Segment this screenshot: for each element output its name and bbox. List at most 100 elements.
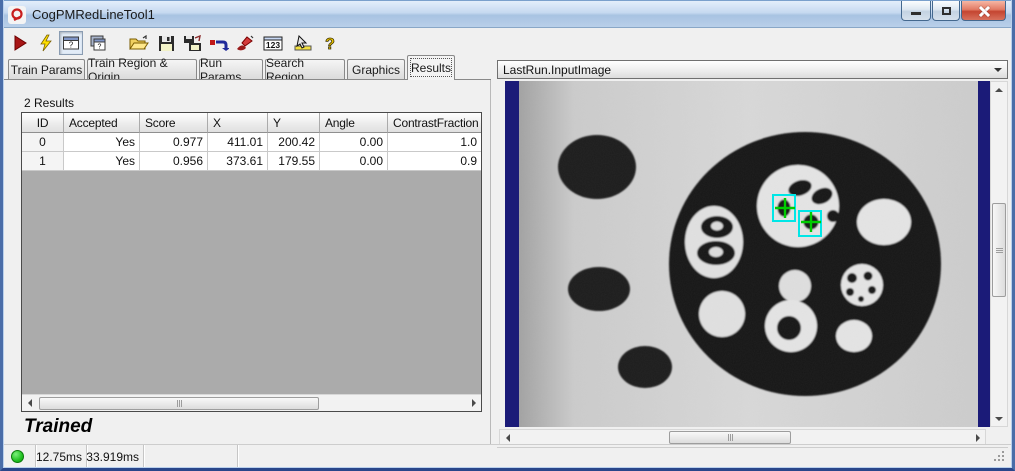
- save-as-icon: [183, 35, 203, 52]
- image-display[interactable]: [505, 81, 1008, 427]
- input-image: [519, 81, 978, 427]
- cell-angle[interactable]: 0.00: [320, 152, 388, 171]
- arrow-down-icon: [995, 417, 1003, 421]
- window-title: CogPMRedLineTool1: [32, 7, 155, 22]
- cell-x[interactable]: 373.61: [208, 152, 268, 171]
- open-file-button[interactable]: [127, 31, 151, 55]
- cell-score[interactable]: 0.977: [140, 133, 208, 152]
- tab-label: Graphics: [352, 63, 400, 77]
- image-selector-value: LastRun.InputImage: [503, 63, 611, 77]
- minimize-button[interactable]: [901, 1, 931, 21]
- scrollbar-thumb[interactable]: [992, 203, 1006, 297]
- measure-ruler-icon: [293, 35, 313, 52]
- svg-text:?: ?: [69, 41, 74, 50]
- grid-empty-area: [22, 171, 481, 412]
- show-values-button[interactable]: 123: [261, 31, 285, 55]
- column-header-x[interactable]: X: [208, 113, 268, 133]
- values-123-icon: 123: [263, 35, 283, 52]
- minimize-icon: [911, 12, 921, 15]
- image-selector-combobox[interactable]: LastRun.InputImage: [497, 60, 1008, 79]
- svg-text:?: ?: [325, 36, 335, 52]
- close-button[interactable]: [961, 1, 1006, 21]
- display-vertical-scrollbar[interactable]: [990, 81, 1008, 427]
- cell-angle[interactable]: 0.00: [320, 133, 388, 152]
- image-left-border: [505, 81, 519, 427]
- display-status-strip: [497, 447, 1008, 466]
- scroll-up-button[interactable]: [991, 83, 1007, 98]
- float-display-button[interactable]: ?: [85, 31, 109, 55]
- tab-label: Results: [411, 61, 451, 75]
- cell-contrastfraction[interactable]: 0.9: [388, 152, 481, 171]
- tab-search-region[interactable]: Search Region: [265, 59, 345, 80]
- show-display-button[interactable]: ?: [59, 31, 83, 55]
- svg-text:123: 123: [266, 40, 280, 50]
- measure-tool-button[interactable]: [291, 31, 315, 55]
- scroll-left-button[interactable]: [22, 396, 39, 411]
- column-header-y[interactable]: Y: [268, 113, 320, 133]
- cogpm-tool-window: CogPMRedLineTool1 ? ?: [0, 0, 1015, 471]
- status-total-time: 33.919ms: [87, 445, 144, 468]
- run-button[interactable]: [8, 31, 32, 55]
- scroll-right-button[interactable]: [968, 430, 985, 445]
- cell-accepted[interactable]: Yes: [64, 152, 140, 171]
- column-header-contrastfraction[interactable]: ContrastFraction: [388, 113, 481, 133]
- image-right-border: [978, 81, 990, 427]
- save-as-button[interactable]: [181, 31, 205, 55]
- save-button[interactable]: [154, 31, 178, 55]
- cell-score[interactable]: 0.956: [140, 152, 208, 171]
- maximize-icon: [942, 7, 951, 15]
- titlebar[interactable]: CogPMRedLineTool1: [0, 0, 1015, 28]
- scroll-right-button[interactable]: [464, 396, 481, 411]
- table-row[interactable]: 0 Yes 0.977 411.01 200.42 0.00 1.0: [22, 133, 481, 152]
- tab-run-params[interactable]: Run Params: [199, 59, 263, 80]
- results-count-label: 2 Results: [24, 96, 74, 110]
- reset-arrow-icon: [209, 35, 229, 52]
- run-icon: [11, 34, 29, 52]
- lightning-icon: [37, 34, 55, 52]
- maximize-button[interactable]: [932, 1, 960, 21]
- scrollbar-thumb[interactable]: [39, 397, 319, 410]
- grid-horizontal-scrollbar[interactable]: [22, 394, 481, 411]
- reset-button[interactable]: [207, 31, 231, 55]
- cell-id[interactable]: 1: [22, 152, 64, 171]
- cell-contrastfraction[interactable]: 1.0: [388, 133, 481, 152]
- column-header-id[interactable]: ID: [22, 113, 64, 133]
- grid-header-row: ID Accepted Score X Y Angle ContrastFrac…: [22, 113, 481, 133]
- status-process-time: 12.75ms: [36, 445, 87, 468]
- arrow-left-icon: [506, 434, 510, 442]
- float-window-icon: ?: [88, 35, 106, 51]
- app-icon: [8, 6, 26, 24]
- toolbar: ? ?: [3, 29, 1012, 58]
- results-grid: ID Accepted Score X Y Angle ContrastFrac…: [21, 112, 482, 412]
- svg-text:?: ?: [98, 44, 102, 51]
- column-header-score[interactable]: Score: [140, 113, 208, 133]
- scroll-left-button[interactable]: [500, 430, 517, 445]
- table-row[interactable]: 1 Yes 0.956 373.61 179.55 0.00 0.9: [22, 152, 481, 171]
- tab-results[interactable]: Results: [407, 55, 455, 80]
- scroll-down-button[interactable]: [991, 410, 1007, 425]
- help-icon: ?: [322, 34, 338, 52]
- cell-id[interactable]: 0: [22, 133, 64, 152]
- arrow-right-icon: [472, 399, 476, 407]
- tab-train-params[interactable]: Train Params: [8, 59, 85, 80]
- save-icon: [158, 35, 175, 52]
- status-empty-cell: [144, 445, 238, 468]
- window-controls: [900, 1, 1006, 21]
- cell-accepted[interactable]: Yes: [64, 133, 140, 152]
- tab-train-region-origin[interactable]: Train Region & Origin: [87, 59, 197, 80]
- cell-y[interactable]: 200.42: [268, 133, 320, 152]
- electric-run-button[interactable]: [34, 31, 58, 55]
- trained-state-label: Trained: [24, 416, 92, 438]
- arrow-up-icon: [995, 88, 1003, 92]
- input-image-canvas[interactable]: [519, 81, 978, 427]
- cell-y[interactable]: 179.55: [268, 152, 320, 171]
- help-button[interactable]: ?: [318, 31, 342, 55]
- scrollbar-thumb[interactable]: [669, 431, 791, 444]
- edit-brush-button[interactable]: [233, 31, 257, 55]
- column-header-angle[interactable]: Angle: [320, 113, 388, 133]
- tab-graphics[interactable]: Graphics: [347, 59, 405, 80]
- cell-x[interactable]: 411.01: [208, 133, 268, 152]
- arrow-right-icon: [976, 434, 980, 442]
- column-header-accepted[interactable]: Accepted: [64, 113, 140, 133]
- resize-grip[interactable]: [994, 451, 1006, 463]
